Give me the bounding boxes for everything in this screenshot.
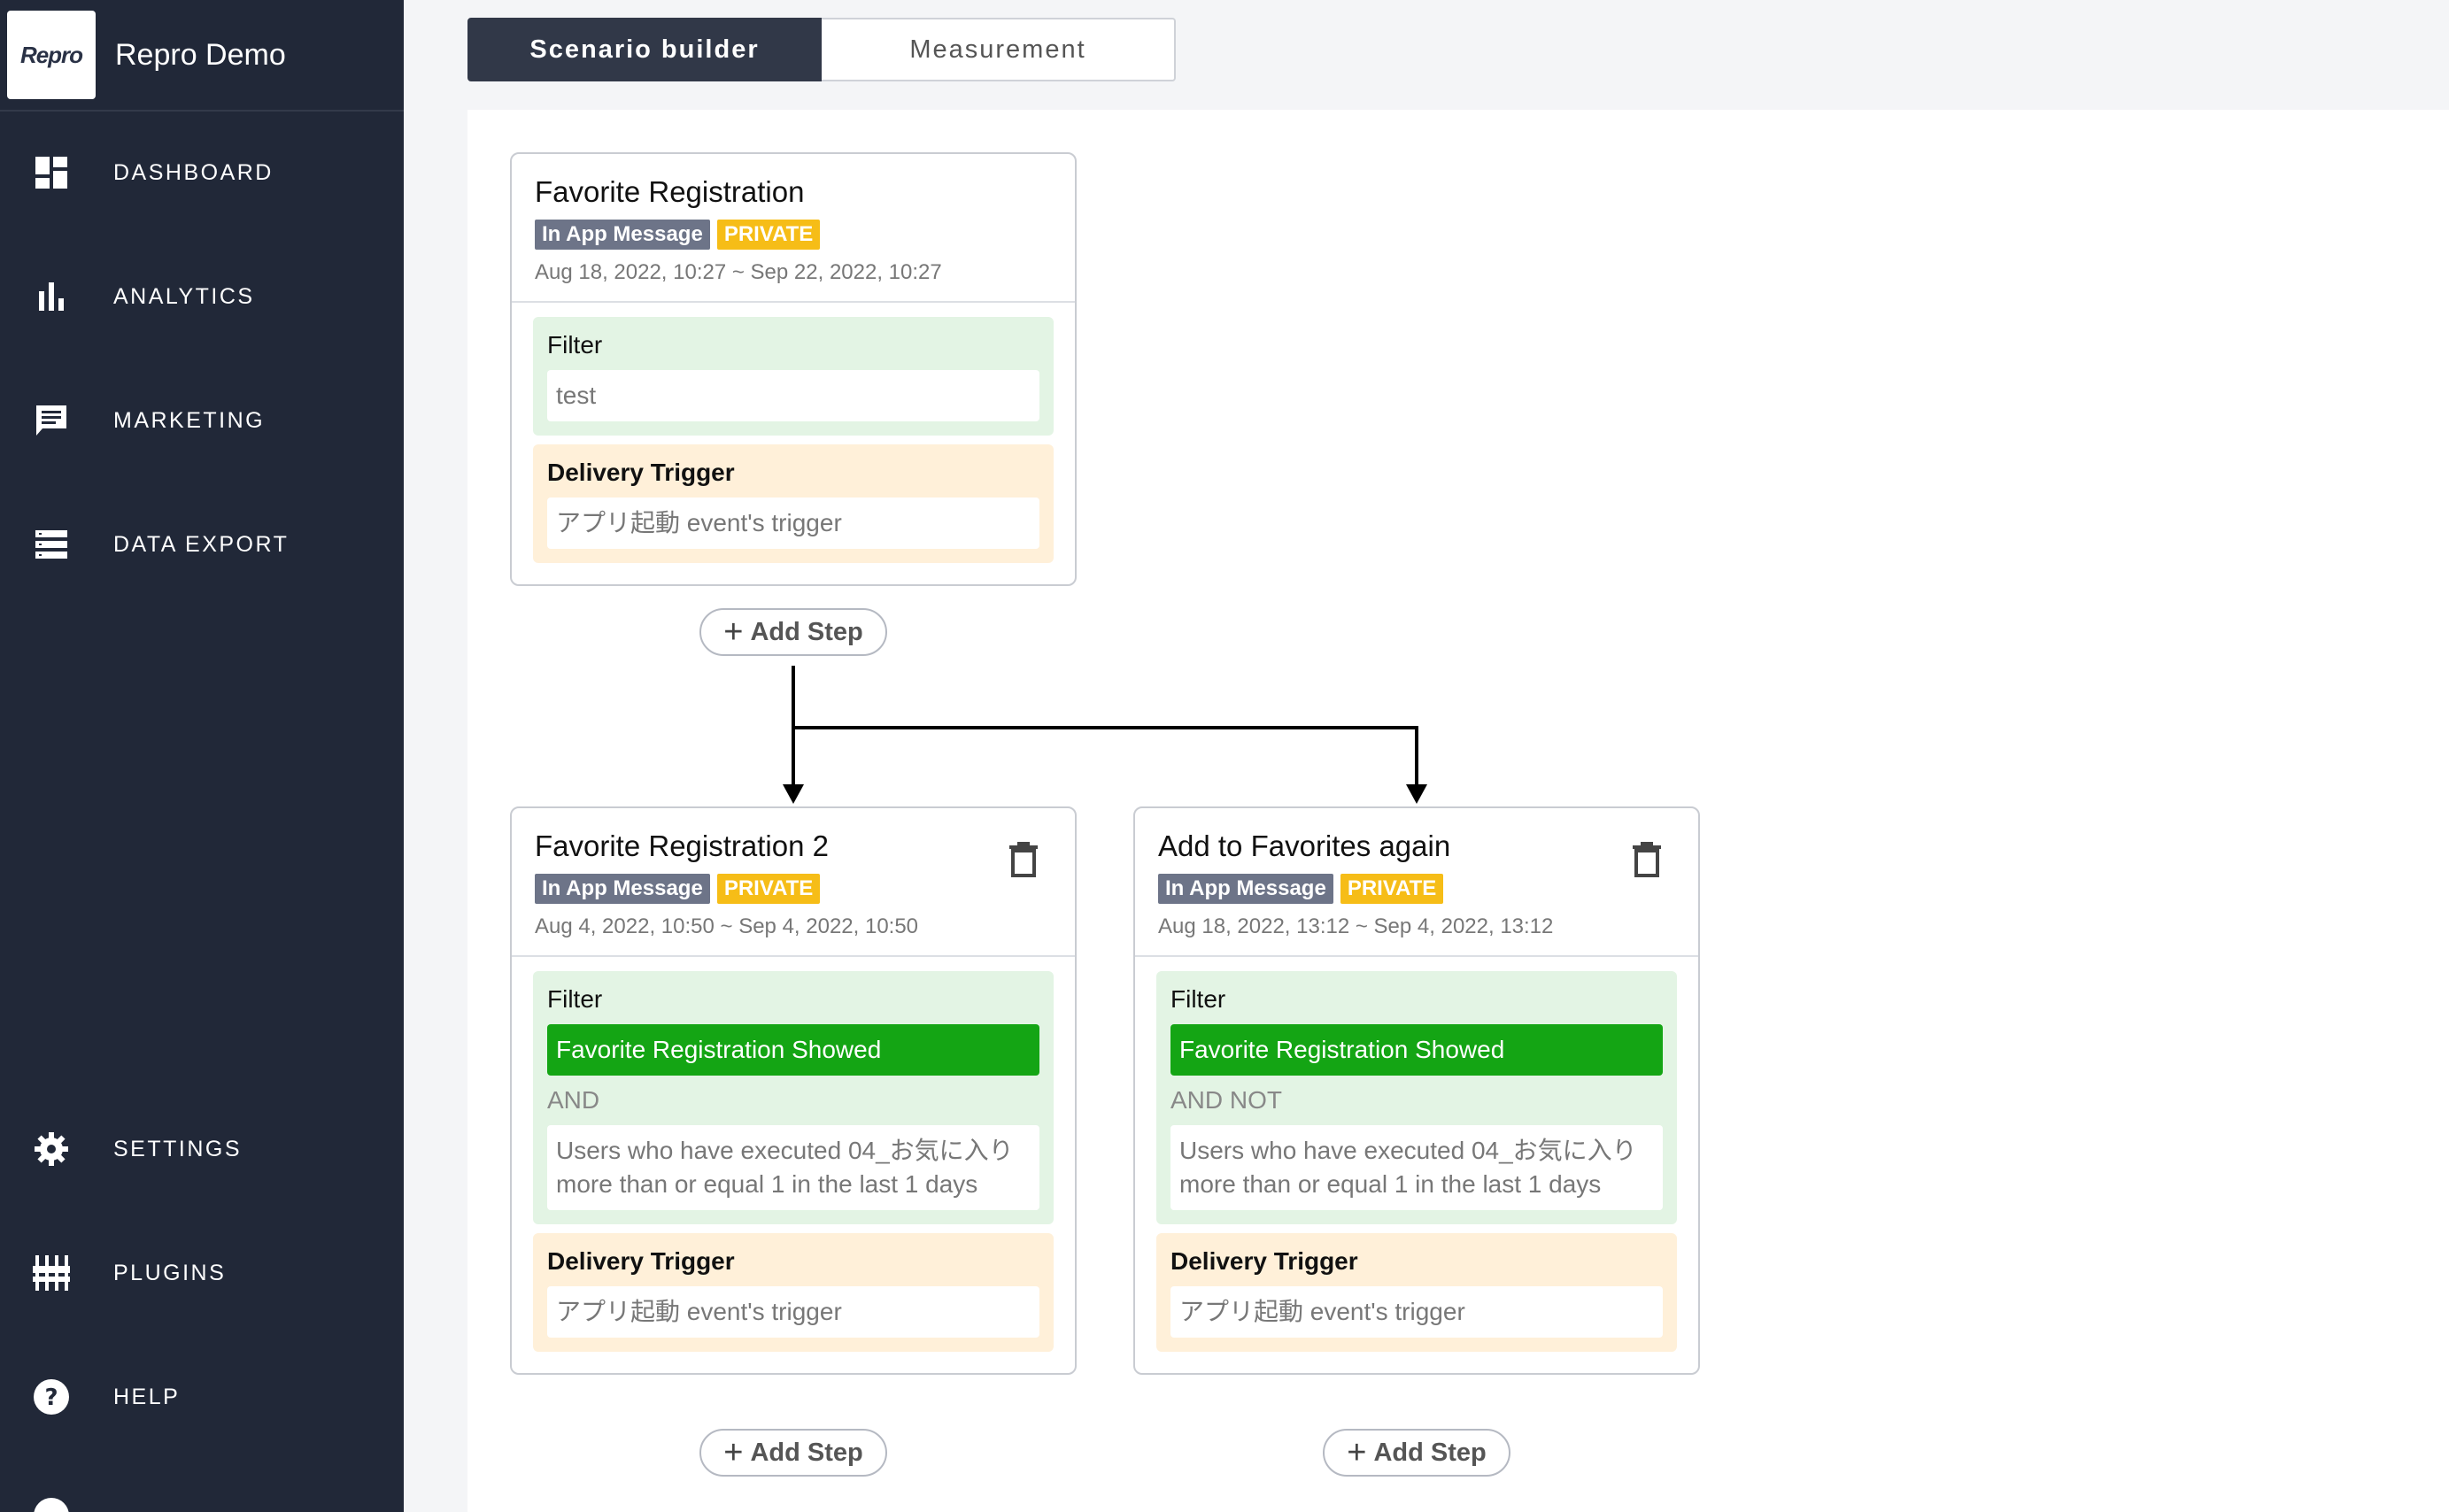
filter-section[interactable]: Filter Favorite Registration Showed AND …	[1156, 971, 1677, 1224]
plus-icon: +	[723, 1434, 744, 1471]
step-title: Favorite Registration 2	[535, 829, 829, 862]
sidebar-item-plugins[interactable]: PLUGINS	[0, 1229, 404, 1317]
delivery-period: Aug 18, 2022, 10:27 ~ Sep 22, 2022, 10:2…	[535, 260, 942, 284]
badges: In App Message PRIVATE	[1158, 874, 1675, 904]
trigger-value: アプリ起動 event's trigger	[547, 1286, 1039, 1338]
add-step-label: Add Step	[1373, 1438, 1487, 1467]
type-badge: In App Message	[535, 874, 710, 904]
app-name[interactable]: Repro Demo	[115, 38, 286, 73]
delivery-period: Aug 4, 2022, 10:50 ~ Sep 4, 2022, 10:50	[535, 914, 919, 938]
list-icon	[32, 525, 71, 564]
type-badge: In App Message	[535, 220, 710, 250]
step-title: Favorite Registration	[535, 175, 805, 208]
step-header: Add to Favorites again In App Message PR…	[1135, 808, 1698, 957]
tab-scenario-builder[interactable]: Scenario builder	[467, 18, 822, 81]
logic-operator: AND	[547, 1086, 600, 1114]
step-title: Add to Favorites again	[1158, 829, 1451, 862]
trigger-value: アプリ起動 event's trigger	[1170, 1286, 1663, 1338]
step-card-add-to-favorites-again[interactable]: Add to Favorites again In App Message PR…	[1133, 806, 1700, 1375]
sidebar-item-settings[interactable]: SETTINGS	[0, 1105, 404, 1193]
bar-chart-icon	[32, 277, 71, 316]
brand-header: Repro Repro Demo	[0, 0, 404, 112]
filter-section[interactable]: Filter Favorite Registration Showed AND …	[533, 971, 1054, 1224]
filter-label: Filter	[547, 985, 603, 1013]
add-step-button[interactable]: + Add Step	[1323, 1429, 1510, 1477]
sidebar-item-label: ANALYTICS	[113, 283, 255, 309]
svg-text:?: ?	[44, 1385, 58, 1411]
step-body: Filter Favorite Registration Showed AND …	[512, 957, 1075, 1373]
gear-icon	[32, 1130, 71, 1169]
step-card-favorite-registration-2[interactable]: Favorite Registration 2 In App Message P…	[510, 806, 1077, 1375]
message-icon	[32, 401, 71, 440]
dashboard-icon	[32, 153, 71, 192]
trigger-label: Delivery Trigger	[547, 459, 735, 486]
sidebar-item-help[interactable]: ? HELP	[0, 1353, 404, 1441]
trigger-label: Delivery Trigger	[1170, 1247, 1358, 1275]
sidebar-item-dashboard[interactable]: DASHBOARD	[0, 128, 404, 217]
partial-icon	[34, 1498, 69, 1512]
private-badge: PRIVATE	[716, 220, 821, 250]
add-step-label: Add Step	[750, 617, 863, 646]
delivery-trigger-section[interactable]: Delivery Trigger アプリ起動 event's trigger	[1156, 1233, 1677, 1352]
step-body: Filter test Delivery Trigger アプリ起動 event…	[512, 303, 1075, 584]
sidebar-item-label: MARKETING	[113, 407, 266, 433]
step-header: Favorite Registration 2 In App Message P…	[512, 808, 1075, 957]
plugins-icon	[32, 1254, 71, 1292]
filter-event-tag: Favorite Registration Showed	[547, 1024, 1039, 1076]
private-badge: PRIVATE	[716, 874, 821, 904]
sidebar: Repro Repro Demo DASHBOARD ANALYTICS MAR…	[0, 0, 404, 1512]
sidebar-item-data-export[interactable]: DATA EXPORT	[0, 500, 404, 589]
add-step-button[interactable]: + Add Step	[699, 608, 887, 656]
step-header: Favorite Registration In App Message PRI…	[512, 154, 1075, 303]
trigger-value: アプリ起動 event's trigger	[547, 498, 1039, 549]
logic-operator: AND NOT	[1170, 1086, 1282, 1114]
filter-section[interactable]: Filter test	[533, 317, 1054, 436]
filter-label: Filter	[1170, 985, 1226, 1013]
filter-condition: Users who have executed 04_お気に入り more th…	[1170, 1125, 1663, 1210]
type-badge: In App Message	[1158, 874, 1333, 904]
badges: In App Message PRIVATE	[535, 220, 1052, 250]
sidebar-item-label: SETTINGS	[113, 1136, 243, 1161]
filter-condition: Users who have executed 04_お気に入り more th…	[547, 1125, 1039, 1210]
plus-icon: +	[723, 613, 744, 651]
add-step-button[interactable]: + Add Step	[699, 1429, 887, 1477]
private-badge: PRIVATE	[1340, 874, 1444, 904]
help-icon: ?	[32, 1377, 71, 1416]
plus-icon: +	[1347, 1434, 1367, 1471]
sidebar-item-analytics[interactable]: ANALYTICS	[0, 252, 404, 341]
trash-icon[interactable]	[1008, 840, 1039, 877]
tab-measurement[interactable]: Measurement	[822, 18, 1176, 81]
repro-logo[interactable]: Repro	[7, 11, 96, 99]
step-card-favorite-registration[interactable]: Favorite Registration In App Message PRI…	[510, 152, 1077, 586]
add-step-label: Add Step	[750, 1438, 863, 1467]
trigger-label: Delivery Trigger	[547, 1247, 735, 1275]
badges: In App Message PRIVATE	[535, 874, 1052, 904]
delivery-period: Aug 18, 2022, 13:12 ~ Sep 4, 2022, 13:12	[1158, 914, 1554, 938]
filter-value: test	[547, 370, 1039, 421]
view-tabs: Scenario builder Measurement	[467, 18, 1176, 81]
delivery-trigger-section[interactable]: Delivery Trigger アプリ起動 event's trigger	[533, 444, 1054, 563]
sidebar-item-label: DASHBOARD	[113, 159, 274, 185]
delivery-trigger-section[interactable]: Delivery Trigger アプリ起動 event's trigger	[533, 1233, 1054, 1352]
step-body: Filter Favorite Registration Showed AND …	[1135, 957, 1698, 1373]
filter-event-tag: Favorite Registration Showed	[1170, 1024, 1663, 1076]
trash-icon[interactable]	[1631, 840, 1663, 877]
filter-label: Filter	[547, 331, 603, 359]
sidebar-item-label: PLUGINS	[113, 1260, 227, 1285]
sidebar-item-marketing[interactable]: MARKETING	[0, 376, 404, 465]
sidebar-item-label: DATA EXPORT	[113, 531, 290, 557]
sidebar-item-label: HELP	[113, 1384, 181, 1409]
